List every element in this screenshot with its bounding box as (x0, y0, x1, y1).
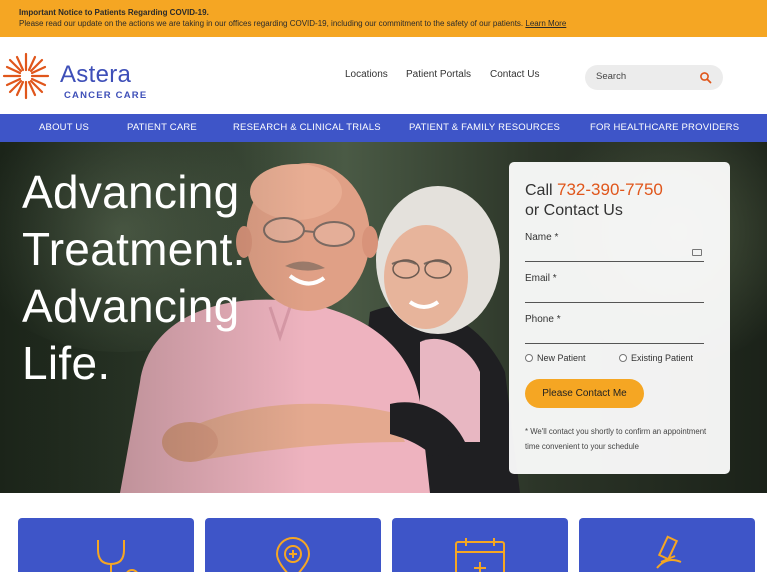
brand-name[interactable]: Astera (60, 61, 131, 89)
site-header: Astera CANCER CARE Locations Patient Por… (0, 37, 767, 114)
main-navigation: ABOUT US PATIENT CARE RESEARCH & CLINICA… (0, 114, 767, 142)
topnav-contact-us[interactable]: Contact Us (490, 69, 539, 80)
tile-research[interactable] (579, 518, 755, 572)
nav-for-healthcare-providers[interactable]: FOR HEALTHCARE PROVIDERS (590, 122, 739, 133)
please-contact-me-button[interactable]: Please Contact Me (525, 379, 644, 408)
radio-existing-patient-label: Existing Patient (631, 353, 694, 363)
calendar-icon (455, 538, 505, 572)
topnav-patient-portals[interactable]: Patient Portals (406, 69, 471, 80)
covid-alert-bar: Important Notice to Patients Regarding C… (0, 0, 767, 37)
autofill-card-icon[interactable] (692, 249, 702, 256)
name-field[interactable]: Name * (525, 221, 704, 262)
stethoscope-icon (97, 540, 138, 572)
nav-patient-family-resources[interactable]: PATIENT & FAMILY RESOURCES (409, 122, 560, 133)
nav-about-us[interactable]: ABOUT US (39, 122, 89, 133)
radio-existing-patient[interactable]: Existing Patient (619, 353, 693, 363)
tile-appointments[interactable] (392, 518, 568, 572)
email-field[interactable]: Email * (525, 262, 704, 303)
search-box (585, 65, 723, 90)
hero-headline: Advancing Treatment. Advancing Life. (22, 164, 322, 392)
tile-stethoscope[interactable] (18, 518, 194, 572)
radio-circle-icon[interactable] (619, 354, 627, 362)
contact-form-card: Call 732-390-7750 or Contact Us Name * E… (509, 162, 730, 474)
search-icon[interactable] (699, 71, 712, 84)
email-label: Email * (525, 273, 557, 284)
headline-line-2: Treatment. (22, 223, 246, 275)
name-label: Name * (525, 232, 559, 243)
topnav-locations[interactable]: Locations (345, 69, 388, 80)
brand-tagline[interactable]: CANCER CARE (64, 90, 147, 101)
radio-new-patient-label: New Patient (537, 353, 586, 363)
alert-message-text: Please read our update on the actions we… (19, 19, 524, 28)
alert-title: Important Notice to Patients Regarding C… (19, 8, 209, 17)
learn-more-link[interactable]: Learn More (525, 19, 566, 28)
location-pin-plus-icon (275, 537, 311, 572)
phone-field[interactable]: Phone * (525, 303, 704, 344)
phone-label: Phone * (525, 314, 561, 325)
nav-patient-care[interactable]: PATIENT CARE (127, 122, 197, 133)
radio-new-patient[interactable]: New Patient (525, 353, 586, 363)
contact-note: * We'll contact you shortly to confirm a… (525, 427, 707, 451)
tile-locations[interactable] (205, 518, 381, 572)
search-input[interactable] (596, 71, 696, 82)
call-prefix: Call (525, 182, 558, 199)
microscope-icon (656, 535, 682, 569)
alert-message: Please read our update on the actions we… (19, 18, 767, 30)
call-line: Call 732-390-7750 (525, 180, 714, 201)
logo-star-icon[interactable] (0, 50, 52, 102)
radio-circle-icon[interactable] (525, 354, 533, 362)
or-contact-us: or Contact Us (525, 202, 623, 219)
headline-line-4: Life. (22, 337, 111, 389)
phone-number-link[interactable]: 732-390-7750 (557, 180, 663, 199)
headline-line-3: Advancing (22, 280, 240, 332)
nav-research-clinical-trials[interactable]: RESEARCH & CLINICAL TRIALS (233, 122, 381, 133)
headline-line-1: Advancing (22, 166, 240, 218)
